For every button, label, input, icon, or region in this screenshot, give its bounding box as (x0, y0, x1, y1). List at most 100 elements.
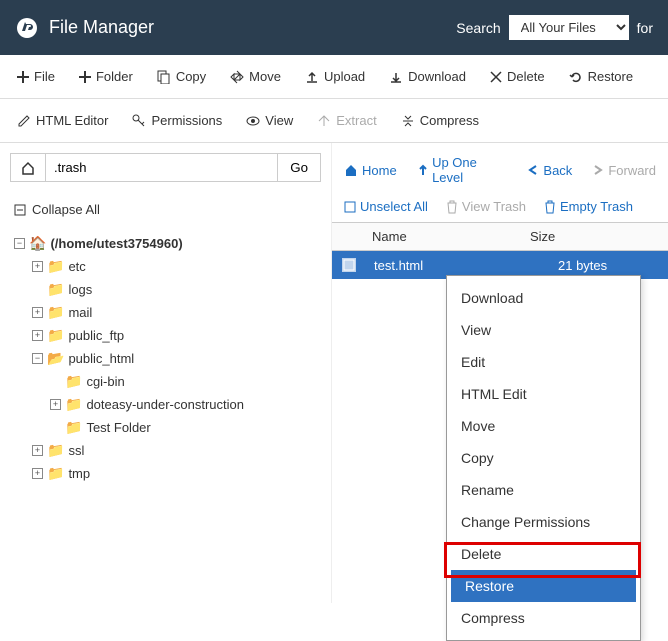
file-size: 21 bytes (558, 258, 660, 273)
folder-button[interactable]: Folder (67, 63, 145, 90)
view-trash-link: View Trash (446, 199, 526, 214)
plus-icon (79, 71, 91, 83)
view-label: View (265, 113, 293, 128)
collapse-all-button[interactable]: Collapse All (0, 192, 331, 227)
th-name[interactable]: Name (332, 223, 522, 250)
expander-icon[interactable]: + (32, 261, 43, 272)
path-home-button[interactable] (10, 153, 46, 182)
ctx-change-permissions[interactable]: Change Permissions (447, 506, 640, 538)
cpanel-icon (15, 16, 39, 40)
tree-item-etc[interactable]: +📁etc (14, 255, 317, 278)
expander-icon[interactable]: + (50, 399, 61, 410)
toolbar: File Folder Copy Move Upload Download De… (0, 55, 668, 99)
trash-icon (446, 200, 458, 214)
extract-label: Extract (336, 113, 376, 128)
up-link[interactable]: Up One Level (417, 155, 508, 185)
crumb-bar: Home Up One Level Back Forward (332, 143, 668, 193)
expander-spacer (32, 284, 43, 295)
download-icon (389, 70, 403, 84)
tree-item-ssl[interactable]: + 📁 ssl (14, 439, 317, 462)
compress-button[interactable]: Compress (389, 107, 491, 134)
key-icon (132, 114, 146, 128)
ctx-rename[interactable]: Rename (447, 474, 640, 506)
tree-item-logs[interactable]: 📁logs (14, 278, 317, 301)
cpanel-logo (15, 16, 39, 40)
expander-icon[interactable]: − (32, 353, 43, 364)
table-header: Name Size (332, 222, 668, 251)
move-button[interactable]: Move (218, 63, 293, 90)
file-button[interactable]: File (5, 63, 67, 90)
upload-button[interactable]: Upload (293, 63, 377, 90)
empty-trash-label: Empty Trash (560, 199, 633, 214)
expander-icon[interactable]: + (32, 445, 43, 456)
tree-item-public-ftp[interactable]: +📁public_ftp (14, 324, 317, 347)
move-label: Move (249, 69, 281, 84)
folder-open-icon: 📂 (47, 350, 64, 367)
th-size[interactable]: Size (522, 223, 668, 250)
file-icon (340, 256, 368, 274)
ctx-download[interactable]: Download (447, 282, 640, 314)
restore-icon (569, 70, 583, 84)
expander-icon[interactable]: + (32, 307, 43, 318)
expander-spacer (50, 422, 61, 433)
download-button[interactable]: Download (377, 63, 478, 90)
tree-item-tmp[interactable]: +📁tmp (14, 462, 317, 485)
forward-label: Forward (608, 163, 656, 178)
tree-label: mail (68, 305, 92, 320)
forward-link: Forward (592, 155, 656, 185)
permissions-button[interactable]: Permissions (120, 107, 234, 134)
compress-label: Compress (420, 113, 479, 128)
ctx-move[interactable]: Move (447, 410, 640, 442)
copy-button[interactable]: Copy (145, 63, 218, 90)
folder-icon: 📁 (47, 442, 64, 459)
ctx-restore[interactable]: Restore (451, 570, 636, 602)
x-icon (490, 71, 502, 83)
tree-item-doteasy[interactable]: +📁doteasy-under-construction (14, 393, 317, 416)
html-editor-button[interactable]: HTML Editor (5, 107, 120, 134)
for-label: for (637, 20, 653, 36)
upload-icon (305, 70, 319, 84)
empty-trash-link[interactable]: Empty Trash (544, 199, 633, 214)
app-title: File Manager (49, 17, 154, 38)
tree-label: public_html (68, 351, 134, 366)
folder-tree: −🏠(/home/utest3754960) +📁etc 📁logs +📁mai… (0, 227, 331, 490)
unselect-icon (344, 201, 356, 213)
ctx-compress[interactable]: Compress (447, 602, 640, 634)
compress-icon (401, 114, 415, 128)
folder-icon: 📁 (47, 281, 64, 298)
delete-button[interactable]: Delete (478, 63, 557, 90)
ctx-html-edit[interactable]: HTML Edit (447, 378, 640, 410)
permissions-label: Permissions (151, 113, 222, 128)
back-icon (527, 164, 539, 176)
tree-item-mail[interactable]: +📁mail (14, 301, 317, 324)
expander-icon[interactable]: + (32, 468, 43, 479)
unselect-all-link[interactable]: Unselect All (344, 199, 428, 214)
ctx-delete[interactable]: Delete (447, 538, 640, 570)
trash-icon (544, 200, 556, 214)
ctx-view[interactable]: View (447, 314, 640, 346)
go-button[interactable]: Go (278, 153, 321, 182)
tree-item-cgi-bin[interactable]: 📁cgi-bin (14, 370, 317, 393)
edit-icon (17, 114, 31, 128)
tree-root[interactable]: −🏠(/home/utest3754960) (14, 232, 317, 255)
header-search: Search All Your Files for (456, 15, 653, 40)
tree-label: ssl (68, 443, 84, 458)
ctx-edit[interactable]: Edit (447, 346, 640, 378)
delete-label: Delete (507, 69, 545, 84)
path-input[interactable] (46, 153, 278, 182)
expander-icon[interactable]: − (14, 238, 25, 249)
home-label: Home (362, 163, 397, 178)
search-select[interactable]: All Your Files (509, 15, 629, 40)
ctx-copy[interactable]: Copy (447, 442, 640, 474)
collapse-icon (14, 204, 26, 216)
home-link[interactable]: Home (344, 155, 397, 185)
tree-label: public_ftp (68, 328, 124, 343)
back-link[interactable]: Back (527, 155, 572, 185)
expander-icon[interactable]: + (32, 330, 43, 341)
restore-button[interactable]: Restore (557, 63, 646, 90)
context-menu: Download View Edit HTML Edit Move Copy R… (446, 275, 641, 641)
tree-item-test-folder[interactable]: 📁Test Folder (14, 416, 317, 439)
view-button[interactable]: View (234, 107, 305, 134)
tree-item-public-html[interactable]: −📂 public_html (14, 347, 317, 370)
download-label: Download (408, 69, 466, 84)
